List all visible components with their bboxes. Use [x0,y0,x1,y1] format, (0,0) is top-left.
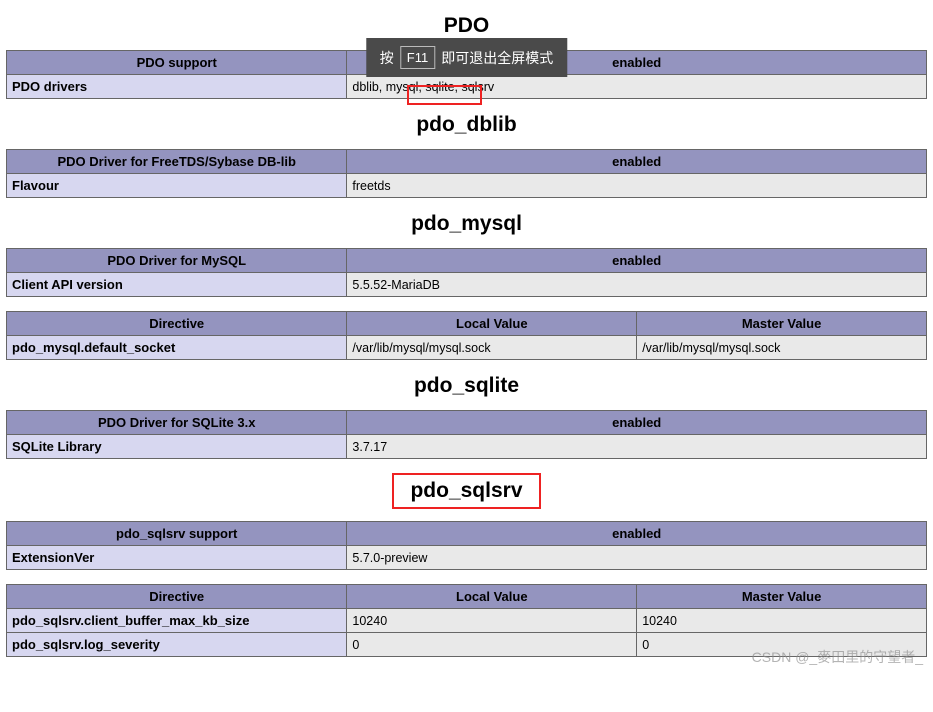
mysql-dir-header: Directive [7,312,347,336]
dblib-driver-header: PDO Driver for FreeTDS/Sybase DB-lib [7,150,347,174]
sqlsrv-log-local: 0 [347,633,637,657]
dblib-table: PDO Driver for FreeTDS/Sybase DB-lib ena… [6,149,927,198]
dblib-flavour-key: Flavour [7,174,347,198]
mysql-api-val: 5.5.52-MariaDB [347,273,927,297]
table-row: Flavour freetds [7,174,927,198]
pdo-drivers-key: PDO drivers [7,75,347,99]
sqlsrv-ext-key: ExtensionVer [7,546,347,570]
sqlsrv-master-header: Master Value [637,585,927,609]
mysql-directive-table: Directive Local Value Master Value pdo_m… [6,311,927,360]
sqlite-driver-value: enabled [347,411,927,435]
section-heading-dblib: pdo_dblib [6,113,927,137]
sqlsrv-buf-local: 10240 [347,609,637,633]
section-heading-pdo: PDO [6,14,927,38]
sqlsrv-directive-table: Directive Local Value Master Value pdo_s… [6,584,927,657]
mysql-table: PDO Driver for MySQL enabled Client API … [6,248,927,297]
sqlite-driver-header: PDO Driver for SQLite 3.x [7,411,347,435]
sqlsrv-dir-header: Directive [7,585,347,609]
sqlsrv-buf-master: 10240 [637,609,927,633]
dblib-flavour-val: freetds [347,174,927,198]
hint-post: 即可退出全屏模式 [441,48,553,68]
mysql-sock-key: pdo_mysql.default_socket [7,336,347,360]
sqlsrv-table: pdo_sqlsrv support enabled ExtensionVer … [6,521,927,570]
table-row: Client API version 5.5.52-MariaDB [7,273,927,297]
mysql-driver-header: PDO Driver for MySQL [7,249,347,273]
mysql-master-header: Master Value [637,312,927,336]
fullscreen-hint: 按 F11 即可退出全屏模式 [366,38,567,77]
dblib-driver-value: enabled [347,150,927,174]
pdo-support-header: PDO support [7,51,347,75]
hint-key: F11 [400,46,435,69]
sqlite-table: PDO Driver for SQLite 3.x enabled SQLite… [6,410,927,459]
table-row: PDO drivers dblib, mysql, sqlite, sqlsrv [7,75,927,99]
table-row: pdo_sqlsrv.client_buffer_max_kb_size 102… [7,609,927,633]
sqlsrv-ext-val: 5.7.0-preview [347,546,927,570]
table-row: ExtensionVer 5.7.0-preview [7,546,927,570]
sqlsrv-log-key: pdo_sqlsrv.log_severity [7,633,347,657]
sqlsrv-local-header: Local Value [347,585,637,609]
sqlsrv-log-master: 0 [637,633,927,657]
section-heading-sqlsrv: pdo_sqlsrv [6,473,927,509]
sqlsrv-support-value: enabled [347,522,927,546]
sqlite-lib-val: 3.7.17 [347,435,927,459]
sqlsrv-support-header: pdo_sqlsrv support [7,522,347,546]
table-row: pdo_mysql.default_socket /var/lib/mysql/… [7,336,927,360]
pdo-drivers-val: dblib, mysql, sqlite, sqlsrv [347,75,927,99]
highlight-box-sqlsrv: pdo_sqlsrv [392,473,540,509]
sqlite-lib-key: SQLite Library [7,435,347,459]
section-heading-sqlite: pdo_sqlite [6,374,927,398]
mysql-local-header: Local Value [347,312,637,336]
table-row: pdo_sqlsrv.log_severity 0 0 [7,633,927,657]
hint-pre: 按 [380,48,394,68]
table-row: SQLite Library 3.7.17 [7,435,927,459]
mysql-sock-master: /var/lib/mysql/mysql.sock [637,336,927,360]
section-heading-mysql: pdo_mysql [6,212,927,236]
mysql-driver-value: enabled [347,249,927,273]
sqlsrv-buf-key: pdo_sqlsrv.client_buffer_max_kb_size [7,609,347,633]
mysql-sock-local: /var/lib/mysql/mysql.sock [347,336,637,360]
mysql-api-key: Client API version [7,273,347,297]
